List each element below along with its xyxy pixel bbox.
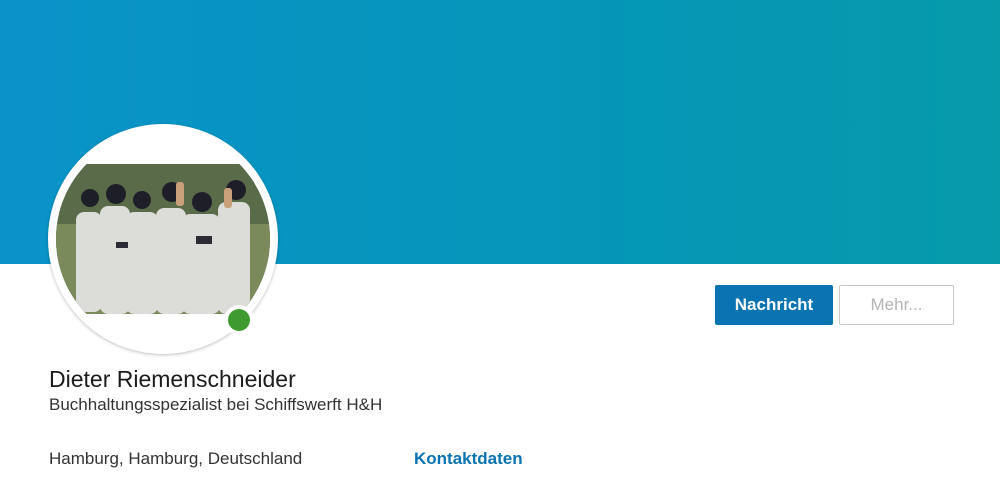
profile-name: Dieter Riemenschneider — [49, 366, 296, 392]
profile-headline: Buchhaltungsspezialist bei Schiffswerft … — [49, 395, 383, 414]
more-button[interactable]: Mehr... — [839, 285, 954, 325]
profile-location: Hamburg, Hamburg, Deutschland — [49, 449, 303, 468]
message-button[interactable]: Nachricht — [715, 285, 833, 325]
online-status-indicator — [224, 305, 254, 335]
contact-info-link[interactable]: Kontaktdaten — [414, 449, 523, 469]
